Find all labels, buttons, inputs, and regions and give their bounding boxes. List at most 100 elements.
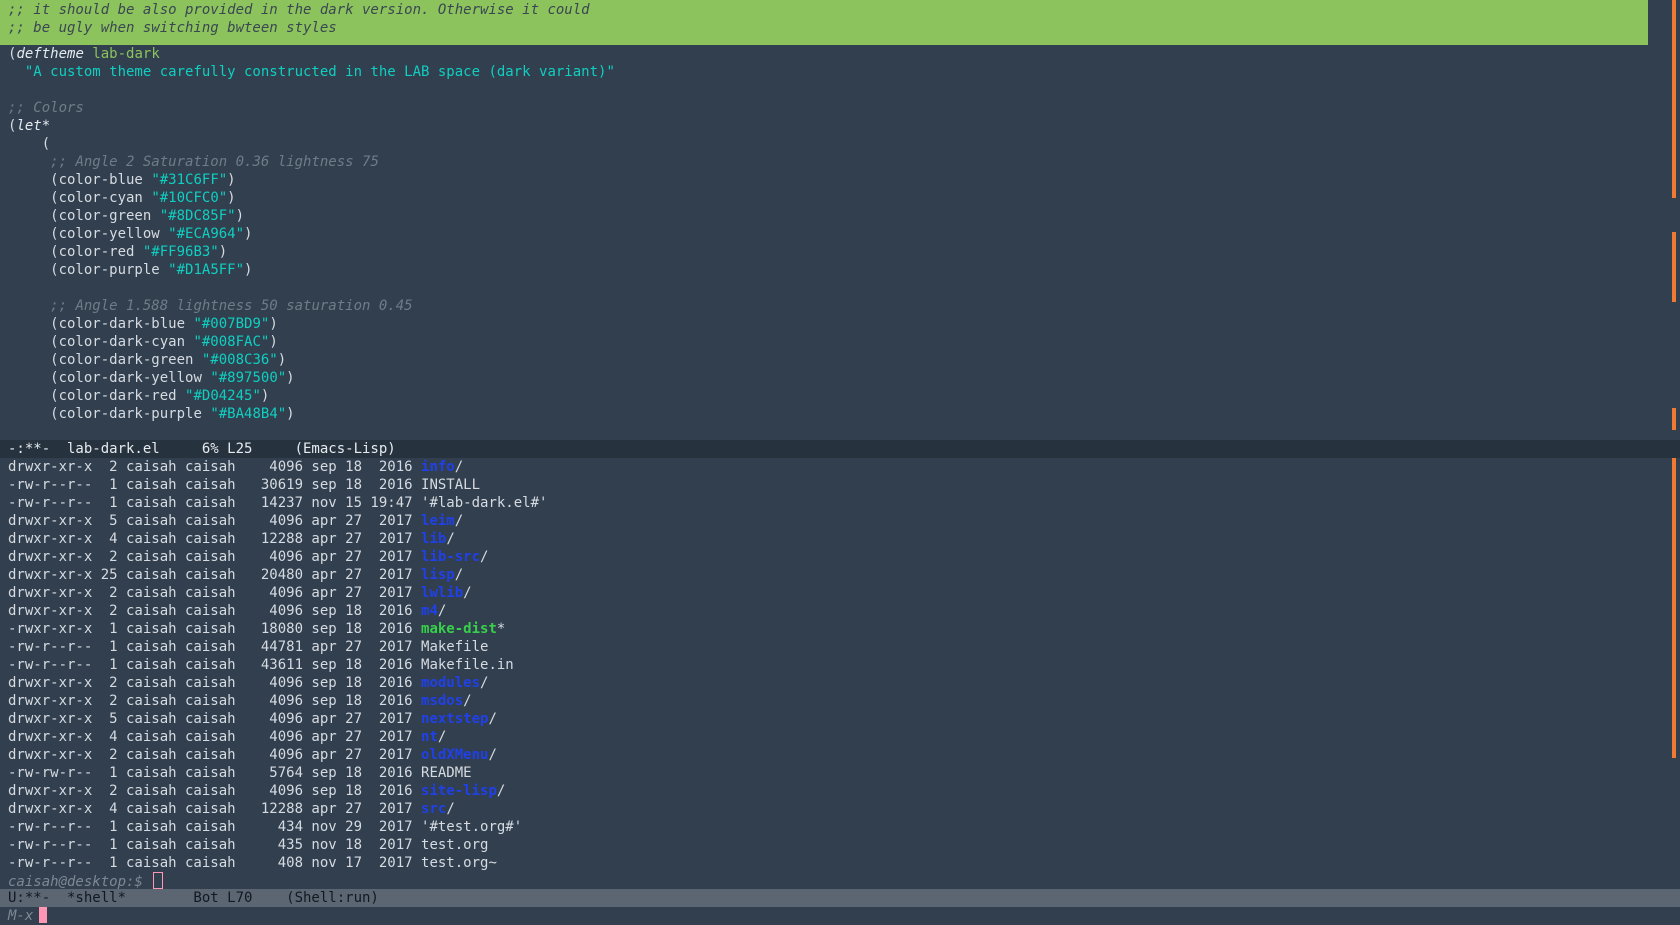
docstring-line: "A custom theme carefully constructed in… [0, 63, 1680, 81]
color-binding-value: "#31C6FF" [151, 172, 228, 188]
theme-name: lab-dark [92, 46, 160, 62]
directory-listing: drwxr-xr-x 2 caisah caisah 4096 sep 18 2… [0, 458, 1680, 872]
file-name: '#test.org#' [421, 819, 523, 835]
file-name: lisp [421, 567, 455, 583]
color-binding-line: (color-dark-red "#D04245") [8, 388, 270, 404]
listing-row: drwxr-xr-x 2 caisah caisah 4096 apr 27 2… [0, 746, 1680, 764]
listing-row: -rw-rw-r-- 1 caisah caisah 5764 sep 18 2… [0, 764, 1680, 782]
color-binding-value: "#007BD9" [193, 316, 270, 332]
file-suffix: / [446, 801, 455, 817]
color-binding-value: "#10CFC0" [151, 190, 228, 206]
color-binding-name: color-dark-yellow [58, 370, 202, 386]
color-binding-name: color-yellow [58, 226, 160, 242]
highlighted-comment-block: ;; it should be also provided in the dar… [0, 0, 1648, 45]
file-meta: drwxr-xr-x 2 caisah caisah 4096 sep 18 2… [8, 783, 422, 799]
listing-row: drwxr-xr-x 2 caisah caisah 4096 sep 18 2… [0, 692, 1680, 710]
color-binding-value: "#008C36" [201, 352, 278, 368]
scrollbar-marker[interactable] [1672, 458, 1676, 758]
file-meta: drwxr-xr-x 2 caisah caisah 4096 apr 27 2… [8, 585, 422, 601]
file-meta: -rwxr-xr-x 1 caisah caisah 18080 sep 18 … [8, 621, 422, 637]
file-meta: -rw-r--r-- 1 caisah caisah 44781 apr 27 … [8, 639, 422, 655]
file-meta: -rw-r--r-- 1 caisah caisah 435 nov 18 20… [8, 837, 422, 853]
modeline-shell[interactable]: U:**- *shell* Bot L70 (Shell:run) [0, 889, 1680, 907]
minibuffer-prompt: M-x [8, 908, 34, 924]
listing-row: -rw-r--r-- 1 caisah caisah 435 nov 18 20… [0, 836, 1680, 854]
color-binding-name: color-cyan [58, 190, 143, 206]
file-meta: drwxr-xr-x 4 caisah caisah 12288 apr 27 … [8, 801, 422, 817]
file-name: nt [421, 729, 438, 745]
shell-prompt-line[interactable]: caisah@desktop:$ [0, 872, 1680, 890]
file-suffix: / [488, 711, 497, 727]
color-binding-line: (color-blue "#31C6FF") [8, 172, 236, 188]
scrollbar-marker[interactable] [1672, 408, 1676, 430]
color-binding-line: (color-dark-cyan "#008FAC") [8, 334, 278, 350]
color-binding-name: color-red [58, 244, 135, 260]
listing-row: drwxr-xr-x 5 caisah caisah 4096 apr 27 2… [0, 512, 1680, 530]
file-meta: drwxr-xr-x 5 caisah caisah 4096 apr 27 2… [8, 711, 422, 727]
comment-line: ;; be ugly when switching bwteen styles [8, 20, 337, 36]
file-name: lib-src [421, 549, 481, 565]
modeline-editor[interactable]: -:**- lab-dark.el 6% L25 (Emacs-Lisp) [0, 440, 1680, 458]
color-binding-line: (color-purple "#D1A5FF") [8, 262, 253, 278]
file-name: lwlib [421, 585, 464, 601]
listing-row: drwxr-xr-x 2 caisah caisah 4096 apr 27 2… [0, 584, 1680, 602]
file-name: make-dist [421, 621, 497, 637]
angle1-comment: ;; Angle 1.588 lightness 50 saturation 0… [50, 298, 413, 314]
angle2-comment-line: ;; Angle 2 Saturation 0.36 lightness 75 [0, 153, 1680, 171]
listing-row: -rw-r--r-- 1 caisah caisah 434 nov 29 20… [0, 818, 1680, 836]
listing-row: drwxr-xr-x 2 caisah caisah 4096 apr 27 2… [0, 548, 1680, 566]
file-meta: -rw-rw-r-- 1 caisah caisah 5764 sep 18 2… [8, 765, 422, 781]
listing-row: drwxr-xr-x 4 caisah caisah 12288 apr 27 … [0, 530, 1680, 548]
file-name: nextstep [421, 711, 489, 727]
file-suffix: / [480, 675, 489, 691]
color-binding-line: (color-green "#8DC85F") [8, 208, 245, 224]
file-name: m4 [421, 603, 438, 619]
scrollbar-marker[interactable] [1672, 232, 1676, 302]
minibuffer[interactable]: M-x [0, 907, 1680, 925]
theme-docstring: "A custom theme carefully constructed in… [24, 64, 615, 80]
file-name: Makefile [421, 639, 489, 655]
listing-row: drwxr-xr-x 5 caisah caisah 4096 apr 27 2… [0, 710, 1680, 728]
listing-row: drwxr-xr-x 2 caisah caisah 4096 sep 18 2… [0, 674, 1680, 692]
let-line: (let* [8, 118, 51, 134]
scrollbar-marker[interactable] [1672, 0, 1676, 198]
file-meta: drwxr-xr-x 2 caisah caisah 4096 apr 27 2… [8, 747, 422, 763]
file-name: INSTALL [421, 477, 481, 493]
file-name: oldXMenu [421, 747, 489, 763]
deftheme-line: (deftheme lab-dark [8, 46, 160, 62]
color-binding-line: (color-dark-green "#008C36") [8, 352, 287, 368]
file-meta: -rw-r--r-- 1 caisah caisah 43611 sep 18 … [8, 657, 422, 673]
listing-row: drwxr-xr-x 4 caisah caisah 12288 apr 27 … [0, 800, 1680, 818]
angle2-comment: ;; Angle 2 Saturation 0.36 lightness 75 [50, 154, 379, 170]
colors-comment-line: ;; Colors [0, 99, 1680, 117]
color-binding-value: "#D04245" [185, 388, 261, 404]
file-name: info [421, 459, 455, 475]
file-suffix: / [463, 585, 472, 601]
color-binding-line: (color-dark-yellow "#897500") [8, 370, 295, 386]
file-name: README [421, 765, 472, 781]
file-meta: -rw-r--r-- 1 caisah caisah 408 nov 17 20… [8, 855, 422, 871]
color-binding-line: (color-cyan "#10CFC0") [8, 190, 236, 206]
color-binding-line: (color-dark-blue "#007BD9") [8, 316, 278, 332]
file-name: Makefile.in [421, 657, 514, 673]
color-binding-value: "#ECA964" [168, 226, 245, 242]
file-suffix: / [496, 783, 506, 799]
listing-row: drwxr-xr-x 2 caisah caisah 4096 sep 18 2… [0, 782, 1680, 800]
editor-pane[interactable]: ;; it should be also provided in the dar… [0, 0, 1680, 440]
file-name: lib [421, 531, 447, 547]
file-name: '#lab-dark.el#' [421, 495, 548, 511]
color-binding-value: "#BA48B4" [210, 406, 287, 422]
file-suffix: / [437, 603, 447, 619]
file-name: msdos [421, 693, 464, 709]
file-name: src [421, 801, 447, 817]
file-suffix: / [437, 729, 447, 745]
color-binding-line: (color-red "#FF96B3") [8, 244, 228, 260]
file-meta: drwxr-xr-x 2 caisah caisah 4096 sep 18 2… [8, 603, 422, 619]
color-binding-name: color-dark-red [58, 388, 177, 404]
file-meta: drwxr-xr-x 25 caisah caisah 20480 apr 27… [8, 567, 422, 583]
text-cursor [153, 872, 164, 889]
file-meta: drwxr-xr-x 4 caisah caisah 4096 apr 27 2… [8, 729, 422, 745]
shell-pane[interactable]: drwxr-xr-x 2 caisah caisah 4096 sep 18 2… [0, 458, 1680, 890]
listing-row: -rw-r--r-- 1 caisah caisah 14237 nov 15 … [0, 494, 1680, 512]
